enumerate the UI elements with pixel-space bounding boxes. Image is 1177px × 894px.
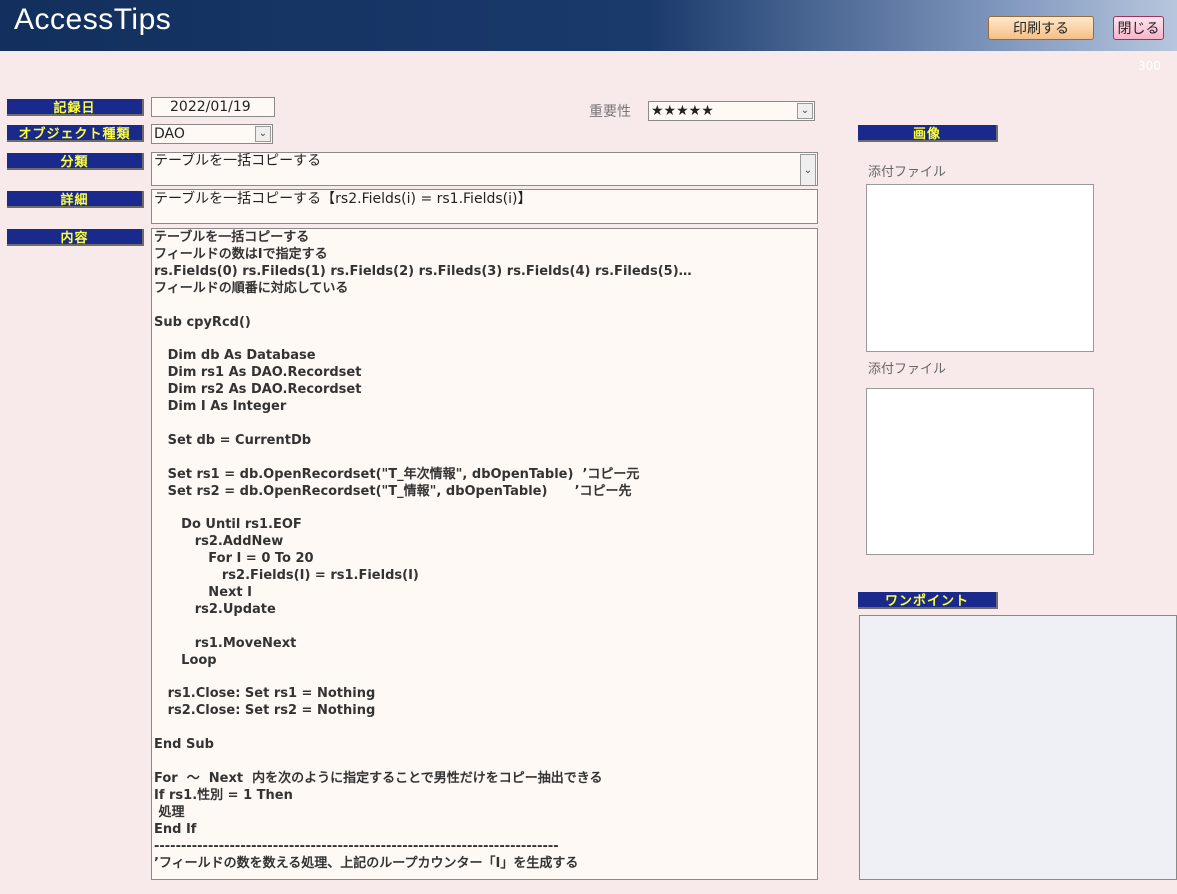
one-point-label: ワンポイント — [858, 592, 998, 609]
record-date-label: 記録日 — [7, 99, 144, 116]
attachment-box-2[interactable] — [866, 388, 1094, 555]
chevron-down-icon[interactable]: ⌄ — [797, 103, 813, 119]
content-text: テーブルを一括コピーする フィールドの数はIで指定する rs.Fields(0)… — [154, 230, 692, 871]
content-label: 内容 — [7, 229, 144, 246]
category-label: 分類 — [7, 153, 144, 170]
content-textarea[interactable]: テーブルを一括コピーする フィールドの数はIで指定する rs.Fields(0)… — [151, 228, 818, 880]
object-type-value: DAO — [154, 126, 185, 142]
image-label: 画像 — [858, 125, 998, 142]
record-number: 300 — [1138, 59, 1161, 73]
close-button[interactable]: 閉じる — [1113, 16, 1164, 40]
attachment-box-1[interactable] — [866, 184, 1094, 352]
attachment-label-1: 添付ファイル — [868, 165, 947, 180]
category-value: テーブルを一括コピーする — [154, 153, 322, 169]
print-button[interactable]: 印刷する — [988, 16, 1094, 40]
attachment-label-2: 添付ファイル — [868, 362, 947, 377]
importance-value: ★★★★★ — [651, 103, 714, 119]
detail-value: テーブルを一括コピーする【rs2.Fields(i) = rs1.Fields(… — [154, 191, 532, 207]
object-type-select[interactable]: DAO ⌄ — [151, 124, 273, 144]
detail-label: 詳細 — [7, 191, 144, 208]
category-select[interactable]: テーブルを一括コピーする ⌄ — [151, 152, 818, 186]
app-title: AccessTips — [14, 3, 172, 36]
record-date-value: 2022/01/19 — [170, 99, 251, 115]
chevron-down-icon[interactable]: ⌄ — [255, 126, 271, 142]
importance-select[interactable]: ★★★★★ ⌄ — [648, 101, 815, 121]
detail-field[interactable]: テーブルを一括コピーする【rs2.Fields(i) = rs1.Fields(… — [151, 189, 818, 224]
chevron-down-icon[interactable]: ⌄ — [800, 154, 816, 185]
object-type-label: オブジェクト種類 — [7, 125, 144, 142]
title-bar: AccessTips 印刷する 閉じる — [0, 0, 1177, 51]
record-date-field[interactable]: 2022/01/19 — [151, 97, 275, 117]
importance-label: 重要性 — [589, 104, 631, 120]
one-point-textarea[interactable] — [859, 615, 1177, 880]
